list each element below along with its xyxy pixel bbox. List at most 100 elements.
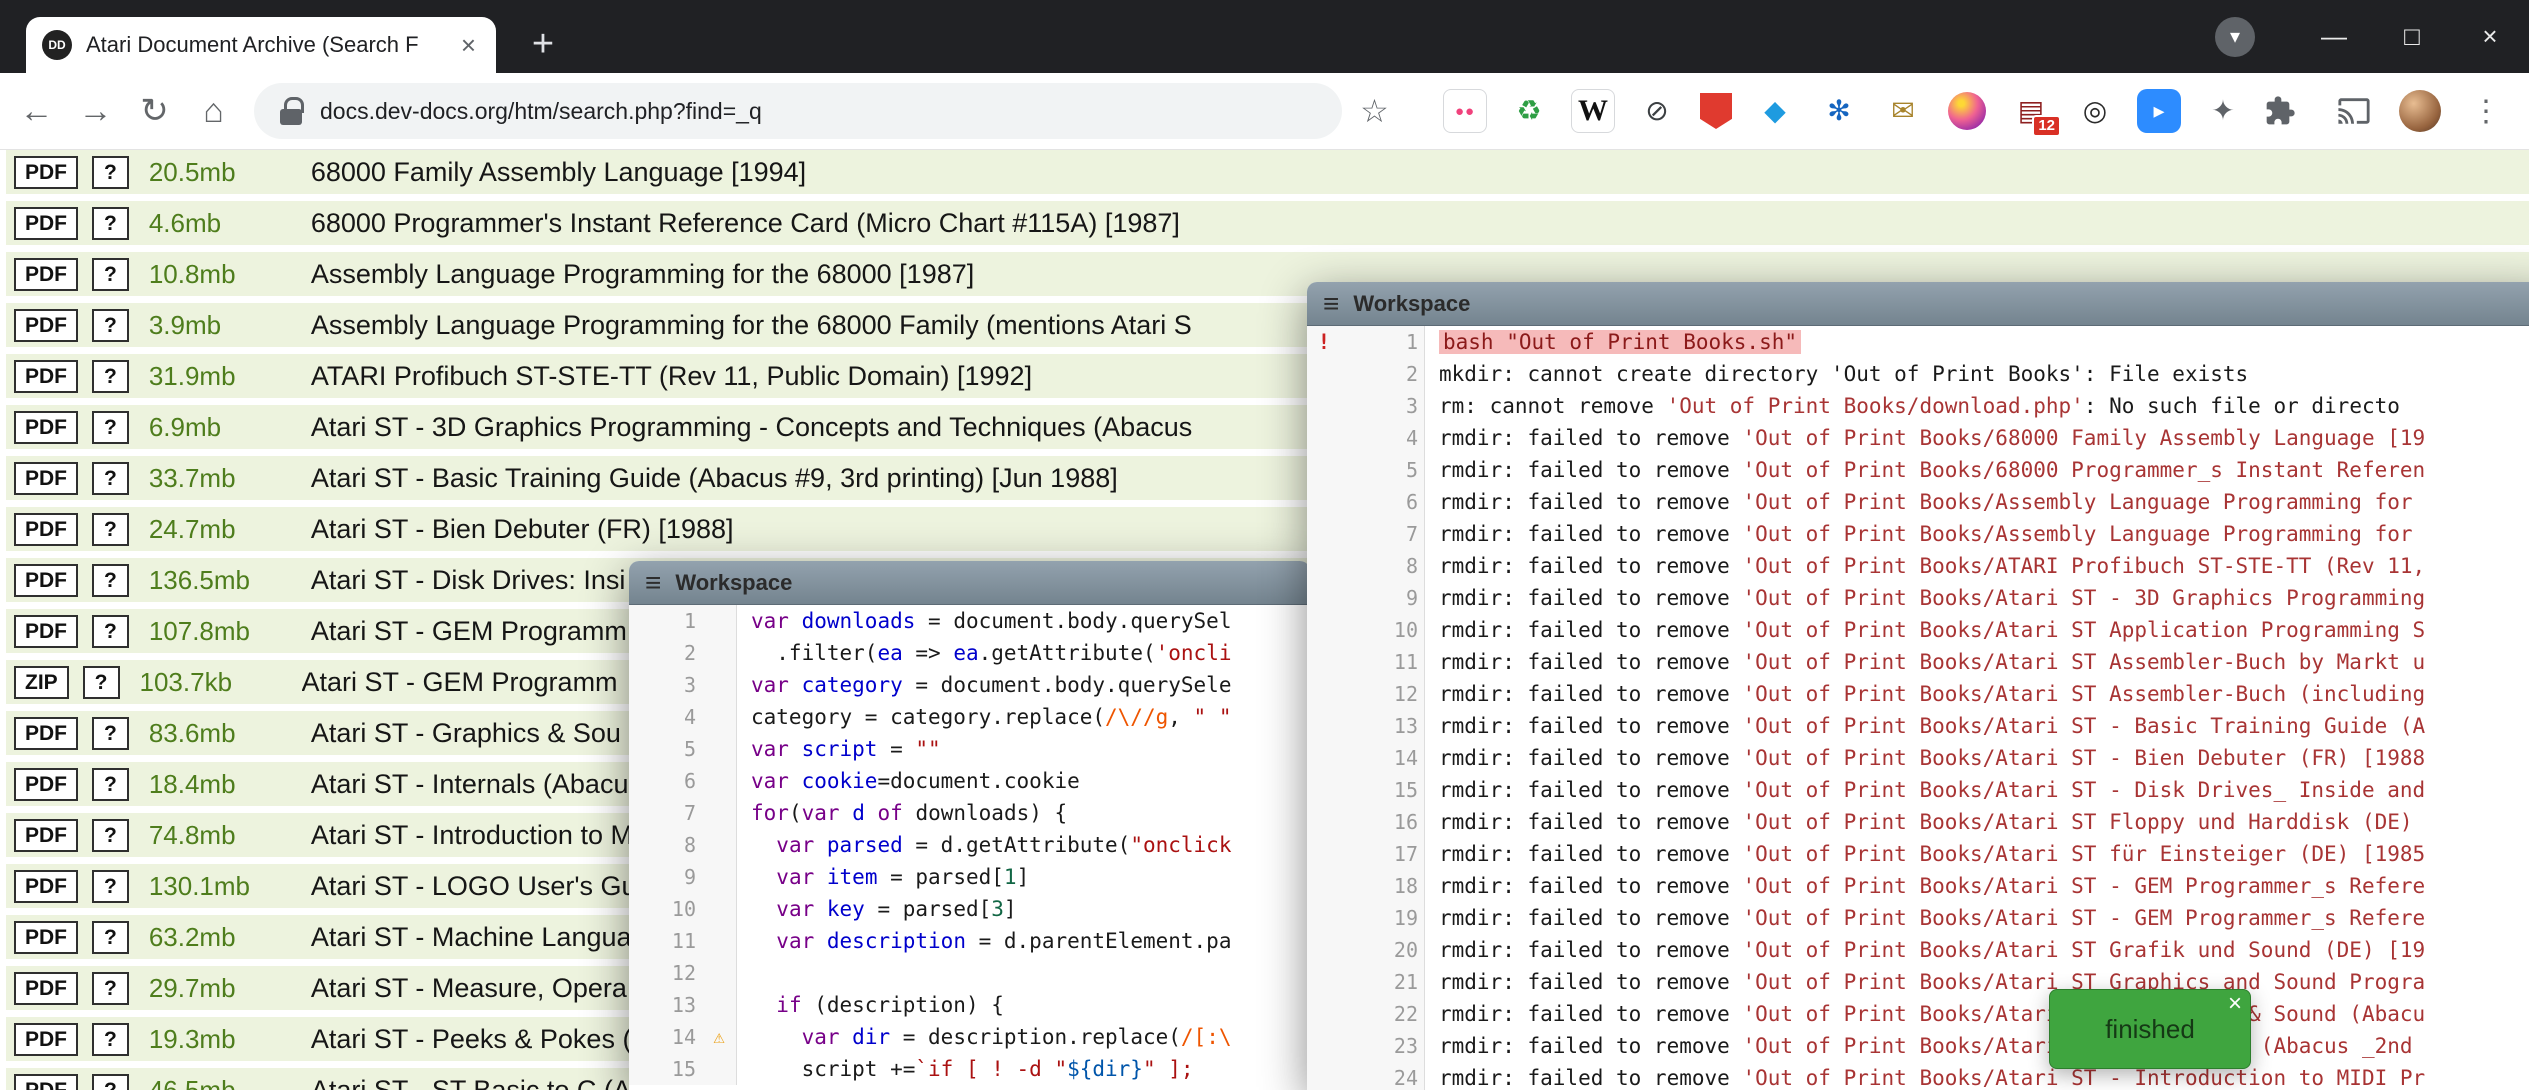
notification-text: finished <box>2105 1014 2195 1045</box>
flickr-icon[interactable]: ●● <box>1443 89 1487 133</box>
workspace-editor-titlebar[interactable]: ≡ Workspace <box>629 561 1310 605</box>
file-info-badge[interactable]: ? <box>92 564 129 597</box>
code-editor[interactable]: 1var downloads = document.body.querySel2… <box>629 605 1310 1090</box>
hamburger-menu-icon[interactable]: ≡ <box>1323 290 1339 318</box>
browser-tab[interactable]: DD Atari Document Archive (Search F × <box>26 17 496 73</box>
file-title[interactable]: Assembly Language Programming for the 68… <box>311 310 1192 341</box>
file-info-badge[interactable]: ? <box>92 870 129 903</box>
profile-chip-icon[interactable]: ▾ <box>2215 17 2255 57</box>
file-info-badge[interactable]: ? <box>83 666 120 699</box>
cast-icon[interactable] <box>2325 82 2383 140</box>
recycle-icon[interactable]: ♻ <box>1507 89 1551 133</box>
line-number: 12 <box>629 957 702 989</box>
file-info-badge[interactable]: ? <box>92 156 129 189</box>
minimize-button[interactable]: — <box>2295 0 2373 73</box>
file-info-badge[interactable]: ? <box>92 1074 129 1090</box>
url-text[interactable]: docs.dev-docs.org/htm/search.php?find=_q <box>320 98 762 125</box>
gutter-marker-empty <box>1307 998 1341 1030</box>
line-gutter: 6 <box>1307 486 1425 518</box>
file-title[interactable]: Atari ST - Peeks & Pokes ( <box>311 1024 632 1055</box>
file-info-badge[interactable]: ? <box>92 972 129 1005</box>
wikipedia-icon[interactable]: W <box>1571 89 1615 133</box>
extensions-puzzle-icon[interactable] <box>2251 82 2309 140</box>
code-text: rm: cannot remove 'Out of Print Books/do… <box>1425 390 2529 422</box>
file-info-badge[interactable]: ? <box>92 462 129 495</box>
gutter-marker-empty <box>702 957 736 989</box>
file-info-badge[interactable]: ? <box>92 513 129 546</box>
close-button[interactable]: × <box>2451 0 2529 73</box>
notification-close-icon[interactable]: × <box>2228 990 2242 1018</box>
line-gutter: 10 <box>1307 614 1425 646</box>
file-title[interactable]: Atari ST - Graphics & Sou <box>311 718 621 749</box>
file-row[interactable]: PDF?20.5mb68000 Family Assembly Language… <box>6 150 2529 194</box>
reload-button[interactable]: ↻ <box>128 82 181 140</box>
workspace-editor-title: Workspace <box>675 570 792 596</box>
file-title[interactable]: Atari ST - Machine Langua <box>311 922 632 953</box>
file-title[interactable]: Atari ST - 3D Graphics Programming - Con… <box>311 412 1192 443</box>
extension-bar: ●● ♻ W ⊘ ◆ ✻ ✉ ▤12 ◎ ▸ ✦ <box>1443 89 2245 133</box>
file-title[interactable]: 68000 Family Assembly Language [1994] <box>311 157 806 188</box>
address-bar[interactable]: docs.dev-docs.org/htm/search.php?find=_q <box>254 83 1342 139</box>
extension-badge: 12 <box>2032 115 2061 138</box>
home-button[interactable]: ⌂ <box>187 82 240 140</box>
file-info-badge[interactable]: ? <box>92 717 129 750</box>
line-number: 9 <box>629 861 702 893</box>
code-line: 17rmdir: failed to remove 'Out of Print … <box>1307 838 2529 870</box>
line-gutter: 9 <box>629 861 737 893</box>
file-title[interactable]: Atari ST - Disk Drives: Insi <box>311 565 626 596</box>
file-info-badge[interactable]: ? <box>92 360 129 393</box>
file-info-badge[interactable]: ? <box>92 768 129 801</box>
camera-icon[interactable] <box>1945 89 1989 133</box>
binoculars-icon[interactable]: ◎ <box>2073 89 2117 133</box>
error-icon: ! <box>1307 326 1341 358</box>
file-info-badge[interactable]: ? <box>92 921 129 954</box>
file-info-badge[interactable]: ? <box>92 258 129 291</box>
file-info-badge[interactable]: ? <box>92 615 129 648</box>
back-button[interactable]: ← <box>10 82 63 140</box>
file-title[interactable]: ATARI Profibuch ST-STE-TT (Rev 11, Publi… <box>311 361 1032 392</box>
code-text: rmdir: failed to remove 'Out of Print Bo… <box>1425 710 2529 742</box>
noscript-icon[interactable]: ⊘ <box>1635 89 1679 133</box>
gutter-marker-empty <box>1307 518 1341 550</box>
ublock-shield-icon[interactable] <box>1699 89 1733 133</box>
file-title[interactable]: Atari ST - ST Basic to C (A <box>311 1075 631 1090</box>
file-title[interactable]: Atari ST - Measure, Opera <box>311 973 627 1004</box>
bookmark-star-icon[interactable]: ☆ <box>1348 82 1401 140</box>
workspace-terminal-titlebar[interactable]: ≡ Workspace <box>1307 282 2529 326</box>
line-gutter: 5 <box>629 733 737 765</box>
file-title[interactable]: Atari ST - GEM Programm <box>302 667 618 698</box>
file-title[interactable]: 68000 Programmer's Instant Reference Car… <box>311 208 1180 239</box>
file-title[interactable]: Atari ST - LOGO User's Gu <box>311 871 637 902</box>
file-title[interactable]: Atari ST - Internals (Abacu <box>311 769 629 800</box>
asterisk-icon[interactable]: ✻ <box>1817 89 1861 133</box>
tab-close-icon[interactable]: × <box>457 32 480 58</box>
file-info-badge[interactable]: ? <box>92 819 129 852</box>
finished-notification[interactable]: finished × <box>2049 989 2251 1069</box>
browser-menu-icon[interactable]: ⋮ <box>2457 82 2515 140</box>
code-text: rmdir: failed to remove 'Out of Print Bo… <box>1425 550 2529 582</box>
new-tab-button[interactable]: + <box>520 21 566 67</box>
file-info-badge[interactable]: ? <box>92 411 129 444</box>
forward-button[interactable]: → <box>69 82 122 140</box>
mail-icon[interactable]: ✉ <box>1881 89 1925 133</box>
file-info-badge[interactable]: ? <box>92 309 129 342</box>
file-title[interactable]: Atari ST - GEM Programm <box>311 616 627 647</box>
hamburger-menu-icon[interactable]: ≡ <box>645 569 661 597</box>
line-gutter: 8 <box>629 829 737 861</box>
video-call-icon[interactable]: ▸ <box>2137 89 2181 133</box>
file-title[interactable]: Atari ST - Bien Debuter (FR) [1988] <box>311 514 734 545</box>
terminal-output[interactable]: 1!bash "Out of Print Books.sh"2mkdir: ca… <box>1307 326 2529 1090</box>
file-row[interactable]: PDF?4.6mb68000 Programmer's Instant Refe… <box>6 201 2529 245</box>
file-title[interactable]: Atari ST - Introduction to M <box>311 820 633 851</box>
workspace-editor-window: ≡ Workspace 1var downloads = document.bo… <box>629 561 1310 1090</box>
sparkle-icon[interactable]: ✦ <box>2201 89 2245 133</box>
code-text: rmdir: failed to remove 'Out of Print Bo… <box>1425 582 2529 614</box>
kite-icon[interactable]: ◆ <box>1753 89 1797 133</box>
profile-avatar[interactable] <box>2399 90 2441 132</box>
file-title[interactable]: Assembly Language Programming for the 68… <box>311 259 974 290</box>
file-info-badge[interactable]: ? <box>92 207 129 240</box>
maximize-button[interactable]: □ <box>2373 0 2451 73</box>
file-title[interactable]: Atari ST - Basic Training Guide (Abacus … <box>311 463 1118 494</box>
file-info-badge[interactable]: ? <box>92 1023 129 1056</box>
news-icon[interactable]: ▤12 <box>2009 89 2053 133</box>
